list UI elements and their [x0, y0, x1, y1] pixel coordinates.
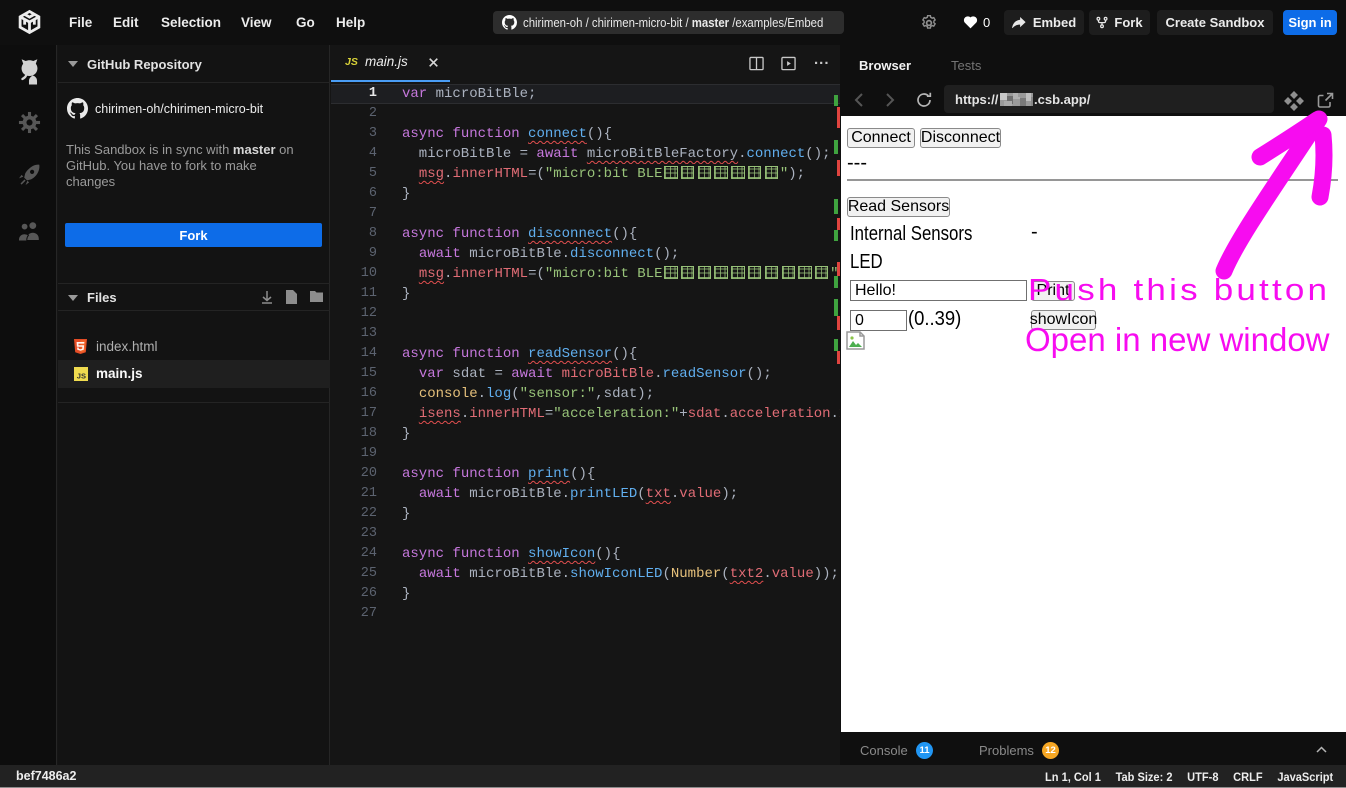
svg-text:JS: JS	[77, 372, 86, 381]
